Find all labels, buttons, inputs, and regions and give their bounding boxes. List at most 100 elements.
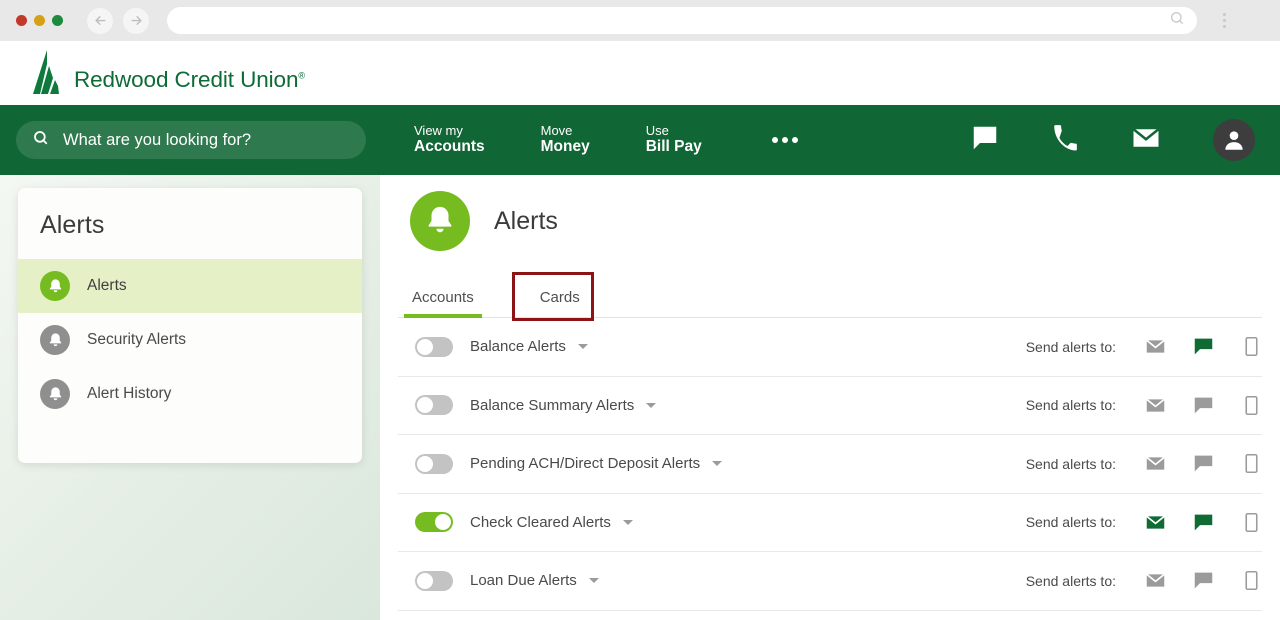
bell-icon <box>40 325 70 355</box>
sidebar-item-alert-history-label: Alert History <box>87 385 172 402</box>
email-channel-icon[interactable] <box>1144 336 1166 357</box>
chevron-down-icon[interactable] <box>646 402 657 408</box>
sidebar-panel: Alerts Alerts Security Alerts Alert Hist… <box>0 175 380 620</box>
user-avatar-icon[interactable] <box>1213 119 1255 161</box>
table-row: Check Cleared Alerts Send alerts to: <box>398 494 1262 552</box>
nav-item-move-money-bottom: Money <box>540 138 590 156</box>
chevron-down-icon[interactable] <box>712 461 723 467</box>
mobile-channel-icon[interactable] <box>1240 570 1262 591</box>
table-row: Loan Due Alerts Send alerts to: <box>398 552 1262 611</box>
email-channel-icon[interactable] <box>1144 570 1166 591</box>
message-channel-icon[interactable] <box>1192 512 1214 533</box>
alert-label: Loan Due Alerts <box>470 572 577 590</box>
tab-cards[interactable]: Cards <box>532 289 588 318</box>
mail-icon[interactable] <box>1131 123 1161 158</box>
redwood-tree-logo <box>33 50 59 94</box>
message-channel-icon[interactable] <box>1192 453 1214 474</box>
email-channel-icon[interactable] <box>1144 395 1166 416</box>
primary-navigation-bar: What are you looking for? View my Accoun… <box>0 105 1280 175</box>
bell-icon <box>40 379 70 409</box>
address-bar[interactable] <box>167 7 1197 34</box>
tab-accounts[interactable]: Accounts <box>404 289 482 318</box>
bell-icon <box>40 271 70 301</box>
email-channel-icon[interactable] <box>1144 453 1166 474</box>
chat-icon[interactable] <box>970 123 1000 158</box>
alert-toggle[interactable] <box>415 336 453 357</box>
nav-item-bill-pay-top: Use <box>645 122 669 138</box>
mobile-channel-icon[interactable] <box>1240 453 1262 474</box>
brand-name: Redwood Credit Union® <box>74 66 305 92</box>
mobile-channel-icon[interactable] <box>1240 395 1262 416</box>
message-channel-icon[interactable] <box>1192 395 1214 416</box>
back-arrow-icon[interactable] <box>87 7 113 34</box>
chevron-down-icon[interactable] <box>588 578 599 584</box>
chevron-down-icon[interactable] <box>622 519 633 525</box>
nav-item-accounts-top: View my <box>414 122 463 138</box>
send-alerts-label: Send alerts to: <box>1025 514 1116 531</box>
alert-label: Pending ACH/Direct Deposit Alerts <box>470 455 701 473</box>
mobile-channel-icon[interactable] <box>1240 512 1262 533</box>
browser-toolbar <box>0 0 1280 41</box>
nav-links: View my Accounts Move Money Use Bill Pay <box>414 123 798 158</box>
email-channel-icon[interactable] <box>1144 512 1166 533</box>
more-horizontal-icon[interactable] <box>771 136 798 143</box>
window-traffic-lights <box>16 15 63 26</box>
tab-cards-label: Cards <box>539 289 580 306</box>
alert-label: Balance Summary Alerts <box>470 396 635 414</box>
sidebar-item-security-alerts-label: Security Alerts <box>87 331 187 348</box>
tab-underline-rule <box>398 317 1262 318</box>
app-root: Redwood Credit Union® What are you looki… <box>0 0 1280 620</box>
search-icon <box>32 129 50 152</box>
nav-item-move-money-top: Move <box>540 122 573 138</box>
page-title: Alerts <box>494 206 558 235</box>
alert-toggle[interactable] <box>415 570 453 591</box>
bell-icon <box>410 191 470 251</box>
search-icon[interactable] <box>1169 10 1185 31</box>
sidebar-item-alerts[interactable]: Alerts <box>18 259 362 313</box>
send-alerts-label: Send alerts to: <box>1025 572 1116 589</box>
chevron-down-icon[interactable] <box>577 344 588 350</box>
table-row: Pending ACH/Direct Deposit Alerts Send a… <box>398 435 1262 494</box>
site-search-input[interactable]: What are you looking for? <box>16 121 366 159</box>
alert-toggle[interactable] <box>415 453 453 474</box>
forward-arrow-icon[interactable] <box>123 7 149 34</box>
close-window-button[interactable] <box>16 15 27 26</box>
alert-label: Balance Alerts <box>470 338 566 356</box>
message-channel-icon[interactable] <box>1192 570 1214 591</box>
row-channels: Send alerts to: <box>1026 512 1262 533</box>
alert-rows: Balance Alerts Send alerts to: Balance S… <box>380 318 1280 611</box>
nav-item-move-money[interactable]: Move Money <box>541 123 590 158</box>
row-channels: Send alerts to: <box>1026 336 1262 357</box>
page-header: Alerts <box>380 175 1280 251</box>
alert-toggle[interactable] <box>415 512 453 533</box>
phone-icon[interactable] <box>1052 124 1079 156</box>
nav-item-accounts[interactable]: View my Accounts <box>414 123 485 158</box>
browser-nav-buttons <box>87 7 149 34</box>
sidebar-item-alert-history[interactable]: Alert History <box>18 367 362 421</box>
sidebar-title: Alerts <box>40 211 105 239</box>
send-alerts-label: Send alerts to: <box>1025 397 1116 414</box>
brand-logo-link[interactable]: Redwood Credit Union® <box>30 50 305 96</box>
row-channels: Send alerts to: <box>1026 453 1262 474</box>
alert-toggle[interactable] <box>415 395 453 416</box>
main-content: Alerts Accounts Cards Balance Alerts Sen… <box>380 175 1280 620</box>
nav-item-bill-pay-bottom: Bill Pay <box>645 138 702 156</box>
tab-accounts-label: Accounts <box>412 289 474 306</box>
sidebar-item-security-alerts[interactable]: Security Alerts <box>18 313 362 367</box>
sidebar-item-alerts-label: Alerts <box>87 277 127 294</box>
minimize-window-button[interactable] <box>34 15 45 26</box>
kebab-menu-icon[interactable] <box>1213 8 1235 34</box>
mobile-channel-icon[interactable] <box>1240 336 1262 357</box>
nav-item-accounts-bottom: Accounts <box>414 138 485 156</box>
row-channels: Send alerts to: <box>1026 395 1262 416</box>
table-row: Balance Summary Alerts Send alerts to: <box>398 377 1262 435</box>
sidebar-menu: Alerts Security Alerts Alert History <box>18 259 362 421</box>
nav-item-bill-pay[interactable]: Use Bill Pay <box>646 123 702 158</box>
tab-bar: Accounts Cards <box>380 276 1280 318</box>
message-channel-icon[interactable] <box>1192 336 1214 357</box>
row-channels: Send alerts to: <box>1026 570 1262 591</box>
maximize-window-button[interactable] <box>52 15 63 26</box>
send-alerts-label: Send alerts to: <box>1025 455 1116 472</box>
site-search-placeholder: What are you looking for? <box>63 130 252 149</box>
table-row: Balance Alerts Send alerts to: <box>398 318 1262 377</box>
